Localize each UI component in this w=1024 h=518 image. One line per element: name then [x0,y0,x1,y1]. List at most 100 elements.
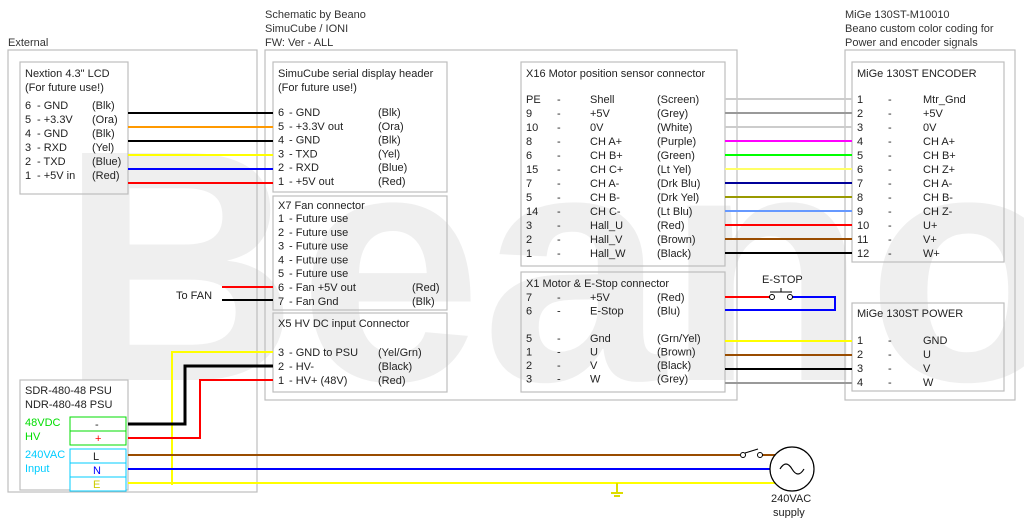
x16-row-pin: 3 [526,220,532,232]
serial_header-row-color: (Ora) [378,121,404,133]
x16-row-name: Hall_U [590,220,623,232]
serial_header-row-pin: 2 [278,162,284,174]
x16-row-dash: - [557,94,561,106]
supply-label-2: supply [773,507,805,518]
x7-row-pin: 2 [278,227,284,239]
nextion-row-pin: 6 [25,100,31,112]
serial_header-row-color: (Blue) [378,162,407,174]
x16-row-dash: - [557,206,561,218]
x16-row-pin: 15 [526,164,538,176]
x5-title: X5 HV DC input Connector [278,318,410,330]
encoder-row-dash: - [888,206,892,218]
psu-ac-label-2: Input [25,463,49,475]
serial-header-title-2: (For future use!) [278,82,357,94]
x16-row-dash: - [557,192,561,204]
x1-row-color: (Black) [657,360,691,372]
x16-row-dash: - [557,178,561,190]
x16-row-dash: - [557,164,561,176]
psu-terminal-plus: + [95,433,101,445]
schematic-heading-3: FW: Ver - ALL [265,37,333,49]
serial_header-row-color: (Red) [378,176,406,188]
x1-row-pin: 1 [526,347,532,359]
mige-heading-1: MiGe 130ST-M10010 [845,9,950,21]
nextion-row-pin: 2 [25,156,31,168]
psu-terminal-n: N [93,465,101,477]
x16-row-color: (Purple) [657,136,696,148]
psu-title-1: SDR-480-48 PSU [25,385,112,397]
power-row-pin: 3 [857,363,863,375]
encoder-title: MiGe 130ST ENCODER [857,68,977,80]
x1-row-name: E-Stop [590,306,624,318]
x1-row-name: +5V [590,292,611,304]
encoder-row-name: 0V [923,122,937,134]
x16-row-name: Hall_V [590,234,623,246]
x5-row-name: - HV- [289,361,314,373]
encoder-row-pin: 9 [857,206,863,218]
power-row-pin: 2 [857,349,863,361]
x1-row-pin: 6 [526,306,532,318]
psu-title-2: NDR-480-48 PSU [25,399,112,411]
encoder-row-dash: - [888,122,892,134]
encoder-row-dash: - [888,136,892,148]
nextion-row-pin: 5 [25,114,31,126]
x1-row-pin: 7 [526,292,532,304]
x7-row-pin: 5 [278,268,284,280]
x1-row-dash: - [557,374,561,386]
power-row-dash: - [888,335,892,347]
supply-label-1: 240VAC [771,493,811,505]
serial_header-row-pin: 6 [278,107,284,119]
nextion-row-name: - +5V in [37,170,75,182]
serial_header-row-name: - +3.3V out [289,121,343,133]
x16-row-dash: - [557,136,561,148]
encoder-row-dash: - [888,220,892,232]
x1-row-dash: - [557,347,561,359]
encoder-row-pin: 6 [857,164,863,176]
power-row-name: U [923,349,931,361]
x5-row-color: (Red) [378,375,406,387]
x1-row-dash: - [557,292,561,304]
x5-row-pin: 2 [278,361,284,373]
serial_header-row-name: - RXD [289,162,319,174]
nextion-row-color: (Yel) [92,142,114,154]
x16-row-pin: 8 [526,136,532,148]
x7-row-name: - Future use [289,241,348,253]
x1-title: X1 Motor & E-Stop connector [526,278,669,290]
encoder-row-name: CH B+ [923,150,956,162]
x16-row-pin: 5 [526,192,532,204]
x1-row-pin: 5 [526,333,532,345]
encoder-row-name: Mtr_Gnd [923,94,966,106]
x5-row-pin: 1 [278,375,284,387]
x16-row-color: (Brown) [657,234,696,246]
x7-row-name: - Future use [289,254,348,266]
serial_header-row-name: - GND [289,135,320,147]
x16-row-name: CH A+ [590,136,622,148]
x7-row-pin: 6 [278,282,284,294]
encoder-row-dash: - [888,248,892,260]
wiring-diagram: Beano External Schematic by Beano SimuCu… [7,9,1024,518]
nextion-row-name: - TXD [37,156,66,168]
encoder-row-pin: 8 [857,192,863,204]
x5-row-pin: 3 [278,347,284,359]
x16-row-name: +5V [590,108,611,120]
mige-heading-2: Beano custom color coding for [845,23,994,35]
x1-row-dash: - [557,333,561,345]
encoder-row-pin: 11 [857,234,868,246]
x16-row-name: CH C+ [590,164,623,176]
x16-row-color: (Grey) [657,108,688,120]
psu-terminal-l: L [93,451,99,463]
x16-row-name: Shell [590,94,614,106]
ac-earth-wire [128,482,793,491]
x16-row-dash: - [557,248,561,260]
nextion-title-2: (For future use!) [25,82,104,94]
x16-row-name: 0V [590,122,604,134]
x16-row-name: CH B+ [590,150,623,162]
x5-row-color: (Black) [378,361,412,373]
encoder-row-name: CH Z+ [923,164,955,176]
encoder-row-pin: 2 [857,108,863,120]
power-row-name: V [923,363,931,375]
x1-row-color: (Grn/Yel) [657,333,701,345]
schematic-heading-2: SimuCube / IONI [265,23,348,35]
x16-row-pin: 9 [526,108,532,120]
psu-dc-label-2: HV [25,431,41,443]
nextion-row-color: (Blue) [92,156,121,168]
